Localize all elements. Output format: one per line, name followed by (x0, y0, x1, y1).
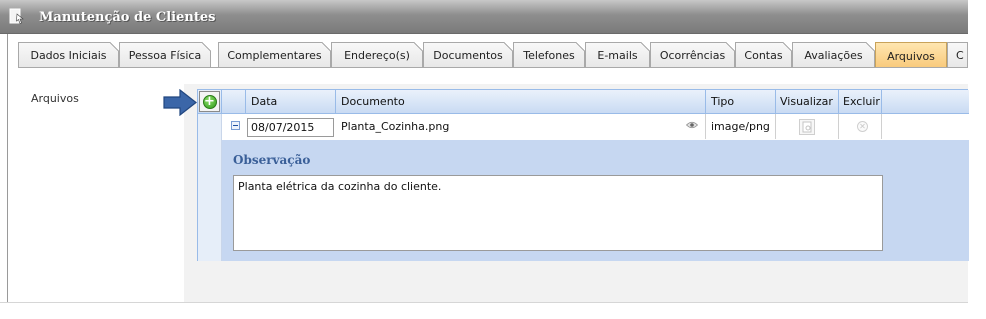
window-title: Manutenção de Clientes (39, 10, 216, 25)
cell-documento: Planta_Cozinha.png (336, 114, 706, 139)
tab-telefones[interactable]: Telefones (513, 42, 585, 68)
title-bar: Manutenção de Clientes (0, 0, 968, 34)
window-left-border (7, 34, 8, 302)
tab-contas[interactable]: Contas (735, 42, 792, 68)
observation-label: Observação (233, 153, 311, 167)
tab-label: Avaliações (804, 49, 863, 62)
tab-label: Endereço(s) (344, 49, 410, 62)
tab-label: Ocorrências (659, 49, 726, 62)
date-field[interactable] (247, 118, 334, 137)
delete-circle-icon[interactable]: ✕ (857, 121, 868, 132)
tab-strip: Dados Iniciais Pessoa Física Complementa… (18, 34, 968, 69)
minus-icon[interactable] (231, 121, 240, 130)
row-detail-panel: Observação Planta elétrica da cozinha do… (222, 140, 969, 261)
eye-icon[interactable] (686, 121, 698, 129)
add-column-header: + (198, 90, 222, 113)
files-grid: + Data Documento Tipo Visualizar Excluir… (197, 89, 969, 261)
tab-pessoa-fisica[interactable]: Pessoa Física (119, 42, 211, 68)
tab-label: E-mails (597, 49, 638, 62)
add-file-button[interactable]: + (199, 91, 220, 112)
observation-textarea[interactable]: Planta elétrica da cozinha do cliente. (233, 175, 883, 251)
grid-header: + Data Documento Tipo Visualizar Excluir (198, 90, 969, 114)
column-header-data[interactable]: Data (246, 90, 336, 113)
tab-avaliacoes[interactable]: Avaliações (792, 42, 875, 68)
tab-enderecos[interactable]: Endereço(s) (331, 42, 423, 68)
column-header-documento[interactable]: Documento (336, 90, 706, 113)
tab-documentos[interactable]: Documentos (423, 42, 513, 68)
tab-label: Contas (744, 49, 783, 62)
tab-partial[interactable]: C (947, 42, 968, 68)
tab-label: C (956, 49, 964, 62)
tab-label: Documentos (433, 49, 503, 62)
column-header-visualizar[interactable]: Visualizar (776, 90, 839, 113)
form-icon (9, 8, 24, 24)
column-header-tipo[interactable]: Tipo (706, 90, 776, 113)
section-label: Arquivos (31, 92, 79, 105)
cell-tipo: image/png (706, 114, 776, 139)
tab-label: Complementares (227, 49, 322, 62)
arrow-right-icon (163, 89, 197, 116)
tab-complementares[interactable]: Complementares (218, 42, 331, 68)
bottom-border (0, 302, 968, 303)
row-gutter (198, 114, 222, 261)
tab-emails[interactable]: E-mails (585, 42, 650, 68)
tab-arquivos[interactable]: Arquivos (875, 42, 947, 69)
expander-column-header (222, 90, 246, 113)
tab-dados-iniciais[interactable]: Dados Iniciais (18, 42, 119, 68)
tab-label: Telefones (523, 49, 575, 62)
tab-label: Arquivos (887, 49, 935, 63)
tab-label: Dados Iniciais (30, 49, 107, 62)
tab-ocorrencias[interactable]: Ocorrências (650, 42, 735, 68)
document-view-icon[interactable] (799, 119, 815, 135)
tab-label: Pessoa Física (128, 49, 202, 62)
add-circle-icon: + (202, 93, 217, 109)
customer-maintenance-window: Manutenção de Clientes Dados Iniciais Pe… (0, 0, 969, 319)
column-header-excluir[interactable]: Excluir (839, 90, 882, 113)
